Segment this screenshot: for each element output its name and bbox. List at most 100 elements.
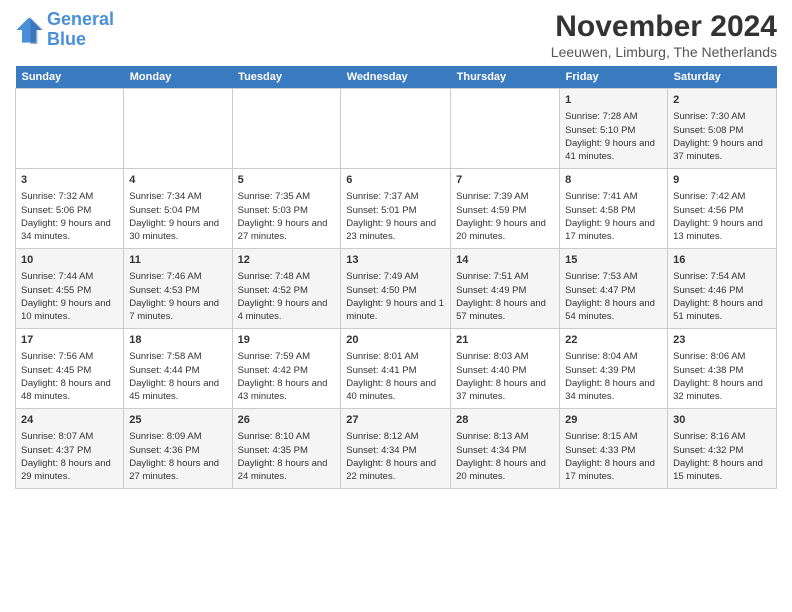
week-row-5: 24Sunrise: 8:07 AMSunset: 4:37 PMDayligh… [16,409,777,489]
cell-content: Sunset: 5:03 PM [238,204,336,217]
week-row-2: 3Sunrise: 7:32 AMSunset: 5:06 PMDaylight… [16,169,777,249]
cell-content: Daylight: 8 hours and 40 minutes. [346,377,445,404]
cell-content: Sunrise: 8:01 AM [346,350,445,363]
week-row-4: 17Sunrise: 7:56 AMSunset: 4:45 PMDayligh… [16,329,777,409]
cell-2-6: 8Sunrise: 7:41 AMSunset: 4:58 PMDaylight… [560,169,668,249]
cell-content: Sunrise: 7:35 AM [238,190,336,203]
cell-3-2: 11Sunrise: 7:46 AMSunset: 4:53 PMDayligh… [124,249,232,329]
cell-content: Daylight: 8 hours and 29 minutes. [21,457,118,484]
cell-content: Daylight: 8 hours and 20 minutes. [456,457,554,484]
day-number: 12 [238,253,336,268]
cell-content: Daylight: 8 hours and 27 minutes. [129,457,226,484]
cell-2-3: 5 Sunrise: 7:35 AMSunset: 5:03 PMDaylight… [232,169,341,249]
cell-content: Daylight: 8 hours and 32 minutes. [673,377,771,404]
logo-blue: Blue [47,29,86,49]
day-number: 5 [238,173,336,188]
cell-content: Sunrise: 7:32 AM [21,190,118,203]
cell-content: Sunrise: 7:56 AM [21,350,118,363]
cell-content: Sunset: 4:36 PM [129,444,226,457]
cell-content: Daylight: 9 hours and 27 minutes. [238,217,336,244]
cell-content: Sunrise: 8:16 AM [673,430,771,443]
cell-content: Sunrise: 8:07 AM [21,430,118,443]
cell-content: Daylight: 9 hours and 30 minutes. [129,217,226,244]
day-number: 13 [346,253,445,268]
cell-content: Daylight: 9 hours and 37 minutes. [673,137,771,164]
col-header-friday: Friday [560,66,668,89]
cell-content: Daylight: 8 hours and 43 minutes. [238,377,336,404]
day-number: 11 [129,253,226,268]
logo-icon [15,16,43,44]
cell-2-1: 3 Sunrise: 7:32 AMSunset: 5:06 PMDaylight… [16,169,124,249]
cell-content: Sunrise: 7:58 AM [129,350,226,363]
page: General Blue November 2024 Leeuwen, Limb… [0,0,792,499]
cell-content: Sunset: 4:46 PM [673,284,771,297]
cell-4-4: 20 Sunrise: 8:01 AMSunset: 4:41 PMDayligh… [341,329,451,409]
cell-1-6: 1Sunrise: 7:28 AMSunset: 5:10 PMDaylight… [560,89,668,169]
cell-content: Sunrise: 7:49 AM [346,270,445,283]
cell-content: Daylight: 9 hours and 34 minutes. [21,217,118,244]
col-header-wednesday: Wednesday [341,66,451,89]
cell-content: Sunset: 4:59 PM [456,204,554,217]
col-header-sunday: Sunday [16,66,124,89]
cell-5-3: 26Sunrise: 8:10 AMSunset: 4:35 PMDayligh… [232,409,341,489]
cell-content: Sunset: 4:38 PM [673,364,771,377]
cell-content: Daylight: 8 hours and 45 minutes. [129,377,226,404]
cell-5-4: 27Sunrise: 8:12 AMSunset: 4:34 PMDayligh… [341,409,451,489]
cell-content: Sunset: 4:40 PM [456,364,554,377]
cell-content: Sunset: 4:39 PM [565,364,662,377]
calendar-table: SundayMondayTuesdayWednesdayThursdayFrid… [15,66,777,489]
cell-content: Daylight: 9 hours and 20 minutes. [456,217,554,244]
main-title: November 2024 [551,10,777,44]
day-number: 21 [456,333,554,348]
cell-content: Sunrise: 8:13 AM [456,430,554,443]
cell-content: Daylight: 8 hours and 34 minutes. [565,377,662,404]
cell-content: Daylight: 9 hours and 10 minutes. [21,297,118,324]
cell-4-5: 21Sunrise: 8:03 AMSunset: 4:40 PMDayligh… [451,329,560,409]
cell-5-5: 28Sunrise: 8:13 AMSunset: 4:34 PMDayligh… [451,409,560,489]
cell-content: Daylight: 9 hours and 17 minutes. [565,217,662,244]
cell-content: Sunrise: 7:53 AM [565,270,662,283]
cell-4-6: 22Sunrise: 8:04 AMSunset: 4:39 PMDayligh… [560,329,668,409]
cell-content: Sunset: 4:32 PM [673,444,771,457]
header: General Blue November 2024 Leeuwen, Limb… [15,10,777,60]
day-number: 9 [673,173,771,188]
cell-content: Daylight: 9 hours and 23 minutes. [346,217,445,244]
cell-3-7: 16Sunrise: 7:54 AMSunset: 4:46 PMDayligh… [668,249,777,329]
cell-content: Sunrise: 8:10 AM [238,430,336,443]
cell-4-2: 18Sunrise: 7:58 AMSunset: 4:44 PMDayligh… [124,329,232,409]
cell-content: Daylight: 9 hours and 1 minute. [346,297,445,324]
cell-5-2: 25Sunrise: 8:09 AMSunset: 4:36 PMDayligh… [124,409,232,489]
cell-3-4: 13Sunrise: 7:49 AMSunset: 4:50 PMDayligh… [341,249,451,329]
cell-content: Daylight: 8 hours and 15 minutes. [673,457,771,484]
cell-content: Daylight: 8 hours and 37 minutes. [456,377,554,404]
cell-content: Sunrise: 7:44 AM [21,270,118,283]
cell-content: Sunset: 4:41 PM [346,364,445,377]
cell-content: Sunset: 4:42 PM [238,364,336,377]
day-number: 8 [565,173,662,188]
cell-content: Sunset: 4:44 PM [129,364,226,377]
cell-content: Sunset: 4:47 PM [565,284,662,297]
day-number: 20 [346,333,445,348]
title-block: November 2024 Leeuwen, Limburg, The Neth… [551,10,777,60]
cell-content: Daylight: 8 hours and 48 minutes. [21,377,118,404]
subtitle: Leeuwen, Limburg, The Netherlands [551,44,777,60]
cell-2-7: 9Sunrise: 7:42 AMSunset: 4:56 PMDaylight… [668,169,777,249]
cell-content: Daylight: 8 hours and 22 minutes. [346,457,445,484]
day-number: 6 [346,173,445,188]
cell-content: Daylight: 9 hours and 4 minutes. [238,297,336,324]
week-row-1: 1Sunrise: 7:28 AMSunset: 5:10 PMDaylight… [16,89,777,169]
cell-2-2: 4Sunrise: 7:34 AMSunset: 5:04 PMDaylight… [124,169,232,249]
logo: General Blue [15,10,114,50]
cell-4-1: 17Sunrise: 7:56 AMSunset: 4:45 PMDayligh… [16,329,124,409]
cell-1-5 [451,89,560,169]
day-number: 28 [456,413,554,428]
cell-content: Sunset: 4:45 PM [21,364,118,377]
day-number: 27 [346,413,445,428]
cell-content: Sunrise: 7:30 AM [673,110,771,123]
cell-content: Sunset: 4:34 PM [346,444,445,457]
day-number: 19 [238,333,336,348]
day-number: 3 [21,173,118,188]
cell-4-7: 23Sunrise: 8:06 AMSunset: 4:38 PMDayligh… [668,329,777,409]
cell-content: Daylight: 8 hours and 51 minutes. [673,297,771,324]
cell-content: Sunset: 5:06 PM [21,204,118,217]
